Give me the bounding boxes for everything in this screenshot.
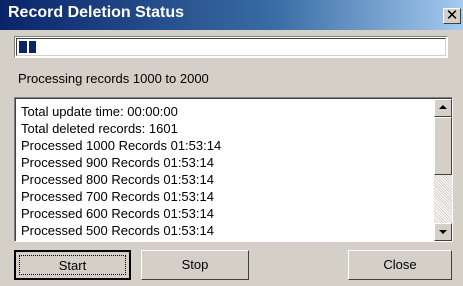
log-line: Processed 700 Records 01:53:14 [21,189,214,204]
log-line: Processed 600 Records 01:53:14 [21,206,214,221]
log-line: Total deleted records: 1601 [21,121,178,136]
start-button[interactable]: Start [14,250,131,280]
arrow-down-icon [439,230,447,234]
progress-bar [14,36,448,58]
window-title: Record Deletion Status [8,4,185,21]
start-button-label: Start [19,255,126,275]
arrow-up-icon [439,105,447,109]
log-lines: Total update time: 00:00:00 Total delete… [21,103,431,239]
record-deletion-status-window: Record Deletion Status ✕ Processing reco… [0,0,463,286]
processing-status-text: Processing records 1000 to 2000 [18,71,209,86]
progress-track [16,38,446,56]
vertical-scrollbar[interactable] [434,99,452,241]
title-bar[interactable]: Record Deletion Status ✕ [0,0,463,30]
close-button[interactable]: Close [348,250,452,280]
close-icon: ✕ [445,6,459,24]
scrollbar-thumb[interactable] [434,117,452,175]
stop-button[interactable]: Stop [141,250,249,280]
scroll-up-button[interactable] [434,99,452,117]
log-line: Processed 1000 Records 01:53:14 [21,138,222,153]
log-line: Processed 500 Records 01:53:14 [21,223,214,238]
progress-fill [19,41,36,53]
close-window-button[interactable]: ✕ [443,6,461,24]
scroll-down-button[interactable] [434,223,452,241]
log-line: Total update time: 00:00:00 [21,104,178,119]
log-line: Processed 900 Records 01:53:14 [21,155,214,170]
log-listbox-inner: Total update time: 00:00:00 Total delete… [15,98,452,241]
log-listbox[interactable]: Total update time: 00:00:00 Total delete… [14,97,453,242]
log-line: Processed 800 Records 01:53:14 [21,172,214,187]
